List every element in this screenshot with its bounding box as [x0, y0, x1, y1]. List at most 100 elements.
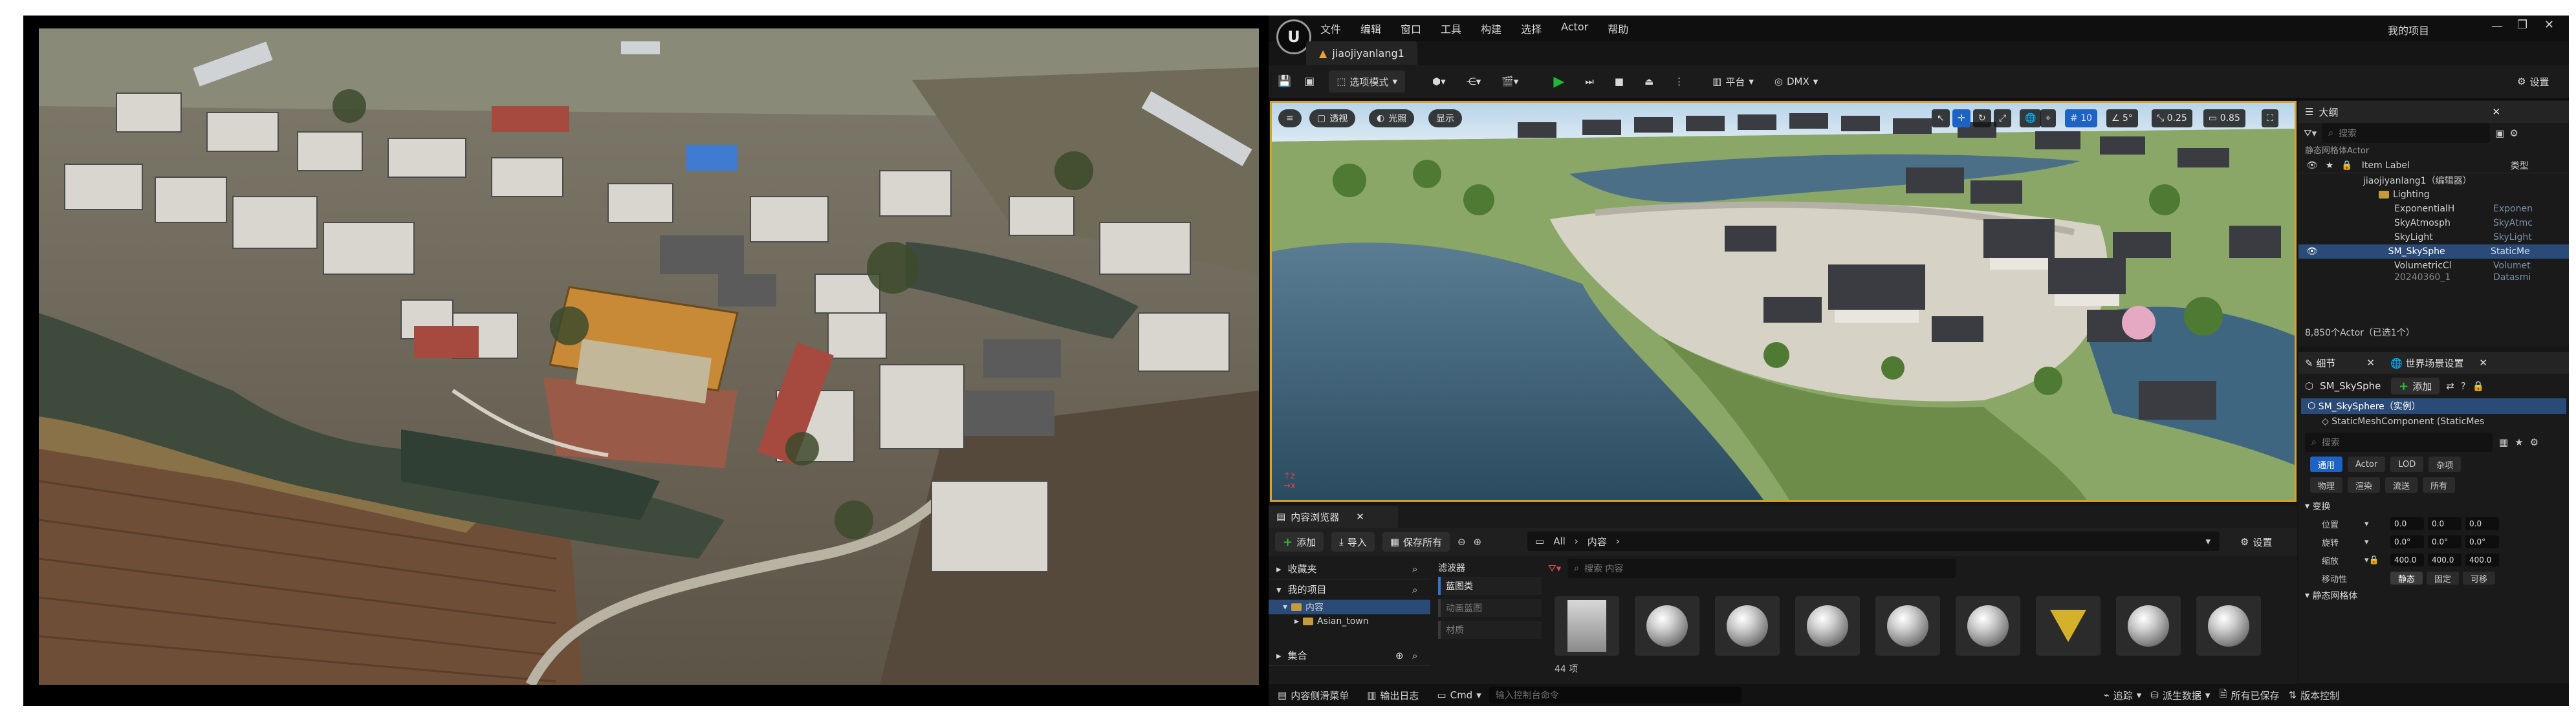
dmx-button[interactable]: ◎ DMX ▾ [1767, 70, 1826, 92]
visibility-icon[interactable]: 👁 [2306, 246, 2388, 257]
level-viewport[interactable]: ≡ ▢ 透视 ◐ 光照 显示 ↖ ✛ ↻ ⤢ 🌐 ⌖ # 10 ∠ 5° ⤡ 0… [1270, 101, 2297, 502]
scale-mode-icon[interactable]: ⤢ [1994, 109, 2012, 127]
menu-window[interactable]: 窗口 [1401, 21, 1421, 36]
add-content-button[interactable]: + 添加 [1275, 532, 1324, 552]
asset-thumbnail[interactable] [1715, 596, 1780, 656]
show-button[interactable]: 显示 [1428, 109, 1462, 127]
details-tab[interactable]: ✎ 细节 [2305, 356, 2335, 370]
filter-physics[interactable]: 物理 [2310, 477, 2343, 493]
scale-x-field[interactable]: 400.0 [2390, 554, 2424, 566]
outliner-row[interactable]: SkyLight SkyLight [2298, 230, 2569, 244]
mobility-movable[interactable]: 可移 [2463, 572, 2496, 585]
rotate-mode-icon[interactable]: ↻ [1973, 109, 1991, 127]
asset-thumbnail[interactable] [2116, 596, 2181, 656]
close-tab-icon[interactable]: ✕ [1356, 511, 1364, 522]
grid-view-icon[interactable]: ▦ [2499, 436, 2508, 448]
derived-data-button[interactable]: ⛁ 派生数据 ▾ [2150, 689, 2210, 702]
cb-settings-button[interactable]: ⚙ 设置 [2232, 532, 2280, 552]
save-state-button[interactable]: 🗎 所有已保存 [2219, 687, 2279, 704]
step-button[interactable]: ⏭ [1577, 70, 1602, 92]
search-icon[interactable]: ⌕ [1412, 650, 1417, 662]
menu-file[interactable]: 文件 [1320, 21, 1341, 36]
filter-actor[interactable]: Actor [2348, 457, 2386, 472]
source-control-button[interactable]: ⇅ 版本控制 [2289, 689, 2340, 702]
mobility-stationary[interactable]: 固定 [2427, 572, 2460, 585]
help-icon[interactable]: ? [2461, 380, 2466, 392]
chevron-down-icon[interactable]: ▾ [2364, 537, 2386, 547]
project-header[interactable]: ▾ 我的项目 ⌕ [1269, 579, 1430, 600]
platforms-button[interactable]: ▥ 平台 ▾ [1705, 70, 1762, 92]
asset-thumbnail[interactable] [1956, 596, 2020, 656]
filter-anim-blueprint[interactable]: 动画蓝图 [1438, 599, 1542, 617]
mobility-static[interactable]: 静态 [2390, 572, 2423, 585]
gear-icon[interactable]: ⚙ [2509, 127, 2518, 139]
close-icon[interactable]: ✕ [2544, 18, 2554, 32]
outliner-row[interactable]: jiaojiyanlang1（编辑器） [2298, 173, 2569, 188]
back-icon[interactable]: ⊖ [1457, 536, 1466, 548]
gear-icon[interactable]: ⚙ [2530, 436, 2538, 448]
menu-actor[interactable]: Actor [1561, 21, 1588, 36]
camera-speed-button[interactable]: ▭ 0.85 [2203, 109, 2245, 127]
maximize-viewport-icon[interactable]: ⛶ [2262, 109, 2278, 127]
content-icon[interactable]: ▣ [1304, 75, 1315, 88]
add-folder-icon[interactable]: ▣ [2495, 127, 2504, 139]
filter-icon[interactable]: ⛛▾ [1548, 563, 1561, 574]
outliner-row[interactable]: ExponentialH Exponen [2298, 202, 2569, 216]
maximize-icon[interactable]: ❐ [2517, 18, 2527, 32]
outliner-search-input[interactable]: ⌕ 搜索 [2322, 124, 2491, 143]
menu-build[interactable]: 构建 [1481, 21, 1501, 36]
location-x-field[interactable]: 0.0 [2390, 517, 2424, 530]
blueprint-icon[interactable]: ⇄ [2446, 380, 2454, 392]
filter-streaming[interactable]: 流送 [2385, 477, 2418, 493]
play-button[interactable]: ▶ [1545, 70, 1572, 92]
outliner-tab[interactable]: ☰ 大纲 ✕ [2298, 101, 2569, 123]
scale-z-field[interactable]: 400.0 [2465, 554, 2499, 566]
content-drawer-button[interactable]: ▤ 内容侧滑菜单 [1278, 689, 1349, 702]
location-z-field[interactable]: 0.0 [2465, 517, 2499, 530]
static-mesh-section[interactable]: ▾ 静态网格体 [2298, 587, 2569, 604]
perspective-button[interactable]: ▢ 透视 [1309, 109, 1356, 127]
cmd-button[interactable]: ▭ Cmd ▾ [1437, 689, 1481, 701]
outliner-row[interactable]: VolumetricCl Volumet [2298, 259, 2569, 273]
level-tab[interactable]: ▲ jiaojiyanlang1 [1306, 41, 1417, 65]
save-all-button[interactable]: ▦ 保存所有 [1382, 532, 1450, 552]
close-tab-icon[interactable]: ✕ [2492, 106, 2500, 118]
component-root[interactable]: ⬡ SM_SkySphere（实例） [2301, 398, 2566, 414]
asset-thumbnail[interactable] [2196, 596, 2261, 656]
filter-all[interactable]: 所有 [2423, 477, 2456, 493]
add-collection-icon[interactable]: ⊕ [1395, 650, 1404, 662]
menu-help[interactable]: 帮助 [1608, 21, 1628, 36]
tree-item-asian-town[interactable]: ▸ Asian_town [1269, 614, 1430, 629]
tree-item-content[interactable]: ▾ 内容 [1269, 600, 1430, 614]
translate-mode-icon[interactable]: ✛ [1952, 109, 1970, 127]
outliner-row[interactable]: Lighting [2298, 188, 2569, 202]
col-item-label[interactable]: Item Label [2362, 160, 2511, 171]
transform-section[interactable]: ▾ 变换 [2298, 498, 2569, 515]
asset-thumbnail[interactable] [1555, 596, 1619, 656]
cinematics-button[interactable]: 🎬▾ [1494, 70, 1526, 92]
viewport-menu-button[interactable]: ≡ [1278, 109, 1302, 127]
filter-icon[interactable]: ⛛▾ [2304, 127, 2317, 139]
filter-blueprint[interactable]: 蓝图类 [1438, 577, 1542, 595]
search-icon[interactable]: ⌕ [1412, 563, 1417, 575]
component-item[interactable]: ◇ StaticMeshComponent (StaticMes [2298, 414, 2569, 429]
rotation-snap-button[interactable]: ∠ 5° [2106, 109, 2138, 127]
chevron-down-icon[interactable]: ▾ [2364, 519, 2386, 529]
grid-snap-button[interactable]: # 10 [2065, 109, 2098, 127]
rotation-x-field[interactable]: 0.0° [2390, 535, 2424, 548]
blueprint-button[interactable]: ⋲▾ [1459, 70, 1489, 92]
breadcrumb-content[interactable]: 内容 [1588, 535, 1607, 548]
eject-button[interactable]: ⏏ [1637, 70, 1661, 92]
surface-snap-icon[interactable]: ⌖ [2040, 109, 2056, 127]
play-options-button[interactable]: ⋮ [1666, 70, 1692, 92]
search-icon[interactable]: ⌕ [1412, 584, 1417, 596]
import-button[interactable]: ⤓ 导入 [1331, 532, 1375, 552]
minimize-icon[interactable]: — [2491, 19, 2503, 33]
world-settings-tab[interactable]: 🌐 世界场景设置 [2390, 356, 2463, 370]
content-browser-tab[interactable]: ▤ 内容浏览器 ✕ [1269, 506, 1398, 528]
lock-icon[interactable]: 🔒 [2472, 380, 2485, 392]
add-actor-button[interactable]: ⬢▾ [1424, 70, 1454, 92]
select-mode-icon[interactable]: ↖ [1932, 109, 1950, 127]
star-icon[interactable]: ★ [2515, 436, 2523, 448]
stop-button[interactable]: ■ [1607, 70, 1632, 92]
